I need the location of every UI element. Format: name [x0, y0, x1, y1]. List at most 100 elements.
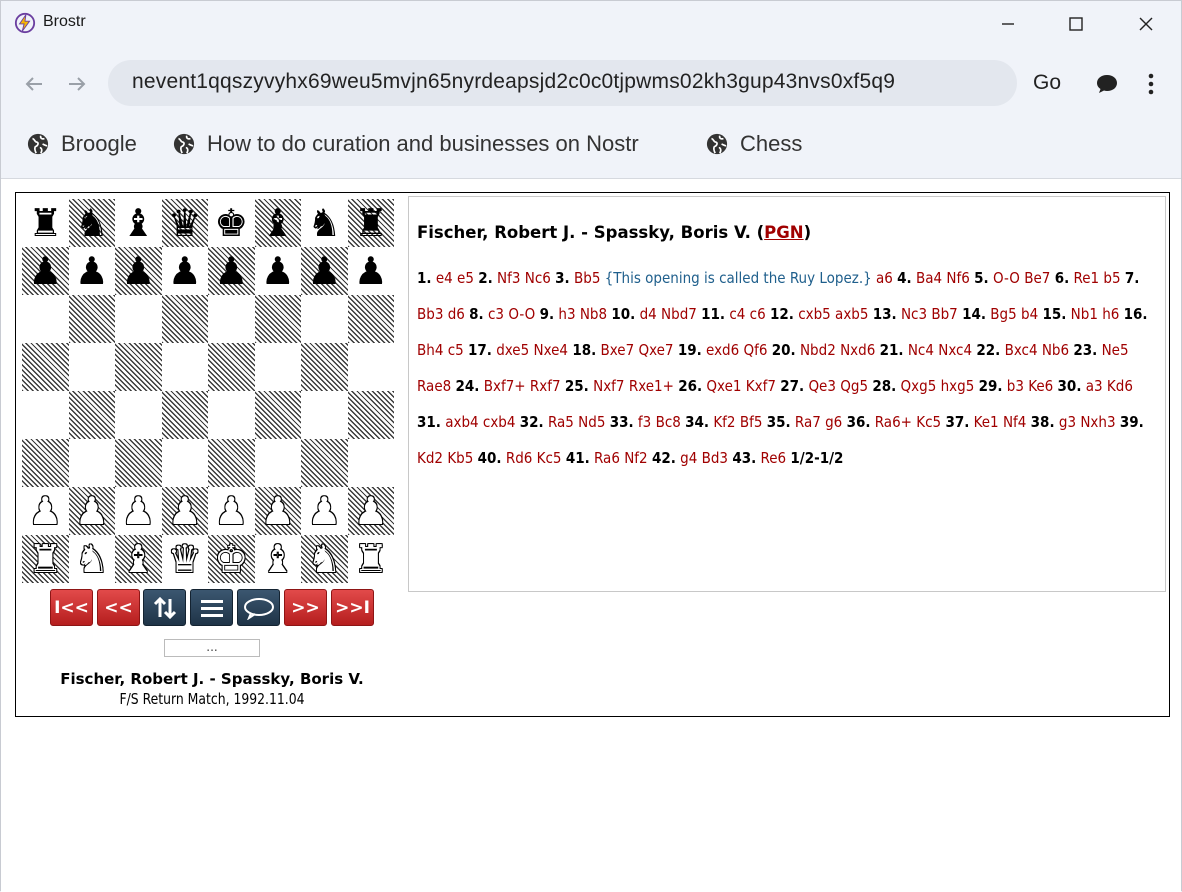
square-d3[interactable] [161, 439, 208, 487]
move[interactable]: Ra6+ [875, 413, 912, 431]
move[interactable]: cxb4 [483, 413, 516, 431]
white-pawn-icon[interactable]: ♟ [28, 492, 62, 530]
square-g4[interactable] [301, 391, 348, 439]
minimize-button[interactable] [973, 1, 1043, 47]
square-b8[interactable]: ♞ [68, 199, 115, 247]
menu-button[interactable] [190, 589, 233, 626]
move[interactable]: g6 [825, 413, 842, 431]
white-pawn-icon[interactable]: ♟ [307, 492, 341, 530]
white-rook-icon[interactable]: ♜ [28, 540, 62, 578]
square-b7[interactable]: ♟ [68, 247, 115, 295]
move[interactable]: Rxf7 [530, 377, 561, 395]
move[interactable]: Bf5 [740, 413, 763, 431]
more-vertical-icon[interactable] [1141, 71, 1161, 97]
move[interactable]: Nc4 [908, 341, 934, 359]
square-c3[interactable] [115, 439, 162, 487]
comment-button[interactable] [237, 589, 280, 626]
move[interactable]: Ne5 [1102, 341, 1129, 359]
square-f6[interactable] [254, 295, 301, 343]
black-knight-icon[interactable]: ♞ [75, 204, 109, 242]
move[interactable]: Bxc4 [1005, 341, 1038, 359]
move[interactable]: Nf4 [1003, 413, 1026, 431]
move[interactable]: f3 [638, 413, 651, 431]
square-b6[interactable] [68, 295, 115, 343]
move[interactable]: e5 [457, 269, 474, 287]
black-bishop-icon[interactable]: ♝ [121, 204, 155, 242]
move[interactable]: Kb5 [447, 449, 473, 467]
move[interactable]: d6 [448, 305, 465, 323]
move[interactable]: Nxh3 [1080, 413, 1115, 431]
move[interactable]: b5 [1103, 269, 1120, 287]
square-b2[interactable]: ♟ [68, 487, 115, 535]
square-d5[interactable] [161, 343, 208, 391]
bookmark-nostr-curation[interactable]: How to do curation and businesses on Nos… [173, 129, 639, 159]
move[interactable]: Qxg5 [901, 377, 937, 395]
move[interactable]: Ke6 [1028, 377, 1053, 395]
move[interactable]: g4 [680, 449, 697, 467]
square-d7[interactable]: ♟ [161, 247, 208, 295]
move[interactable]: dxe5 [496, 341, 529, 359]
move[interactable]: Nb6 [1042, 341, 1069, 359]
square-a5[interactable] [22, 343, 69, 391]
move[interactable]: Ra5 [548, 413, 574, 431]
move[interactable]: Rd6 [506, 449, 533, 467]
move[interactable]: Nbd7 [661, 305, 697, 323]
black-queen-icon[interactable]: ♛ [168, 204, 202, 242]
move[interactable]: Nb1 [1071, 305, 1098, 323]
move[interactable]: Bg5 [990, 305, 1016, 323]
maximize-button[interactable] [1041, 1, 1111, 47]
move[interactable]: Bh4 [417, 341, 443, 359]
square-f5[interactable] [254, 343, 301, 391]
move[interactable]: Nf2 [624, 449, 647, 467]
black-bishop-icon[interactable]: ♝ [261, 204, 295, 242]
move[interactable]: Re1 [1074, 269, 1100, 287]
move[interactable]: Qg5 [840, 377, 868, 395]
move[interactable]: Bb5 [574, 269, 600, 287]
square-e4[interactable] [208, 391, 255, 439]
move[interactable]: d4 [640, 305, 657, 323]
square-e5[interactable] [208, 343, 255, 391]
address-bar[interactable]: nevent1qqszyvyhx69weu5mvjn65nyrdeapsjd2c… [108, 60, 1017, 106]
white-pawn-icon[interactable]: ♟ [354, 492, 388, 530]
white-pawn-icon[interactable]: ♟ [261, 492, 295, 530]
black-pawn-icon[interactable]: ♟ [214, 252, 248, 290]
square-d6[interactable] [161, 295, 208, 343]
move[interactable]: Ra6 [594, 449, 620, 467]
go-button[interactable]: Go [1033, 71, 1061, 95]
square-g8[interactable]: ♞ [301, 199, 348, 247]
black-rook-icon[interactable]: ♜ [28, 204, 62, 242]
move[interactable]: g3 [1059, 413, 1076, 431]
square-d8[interactable]: ♛ [161, 199, 208, 247]
move[interactable]: Rae8 [417, 377, 451, 395]
move[interactable]: Ra7 [795, 413, 821, 431]
back-button[interactable] [19, 69, 49, 99]
square-a2[interactable]: ♟ [22, 487, 69, 535]
square-h2[interactable]: ♟ [347, 487, 394, 535]
black-pawn-icon[interactable]: ♟ [168, 252, 202, 290]
black-rook-icon[interactable]: ♜ [354, 204, 388, 242]
white-queen-icon[interactable]: ♛ [168, 540, 202, 578]
square-d1[interactable]: ♛ [161, 535, 208, 583]
move[interactable]: Ba4 [916, 269, 942, 287]
move[interactable]: Bb7 [931, 305, 957, 323]
square-c5[interactable] [115, 343, 162, 391]
black-knight-icon[interactable]: ♞ [307, 204, 341, 242]
move[interactable]: axb4 [445, 413, 478, 431]
white-knight-icon[interactable]: ♞ [75, 540, 109, 578]
square-e1[interactable]: ♚ [208, 535, 255, 583]
move[interactable]: Nxf7 [593, 377, 624, 395]
square-e3[interactable] [208, 439, 255, 487]
move[interactable]: Kc5 [916, 413, 941, 431]
move[interactable]: b4 [1021, 305, 1038, 323]
move[interactable]: Qe3 [808, 377, 836, 395]
chat-icon[interactable] [1095, 72, 1119, 96]
black-pawn-icon[interactable]: ♟ [28, 252, 62, 290]
move[interactable]: Nc3 [901, 305, 927, 323]
square-h8[interactable]: ♜ [347, 199, 394, 247]
move[interactable]: O-O [508, 305, 535, 323]
square-d2[interactable]: ♟ [161, 487, 208, 535]
square-e6[interactable] [208, 295, 255, 343]
move[interactable]: a6 [876, 269, 893, 287]
bookmark-chess[interactable]: Chess [706, 129, 802, 159]
square-g7[interactable]: ♟ [301, 247, 348, 295]
